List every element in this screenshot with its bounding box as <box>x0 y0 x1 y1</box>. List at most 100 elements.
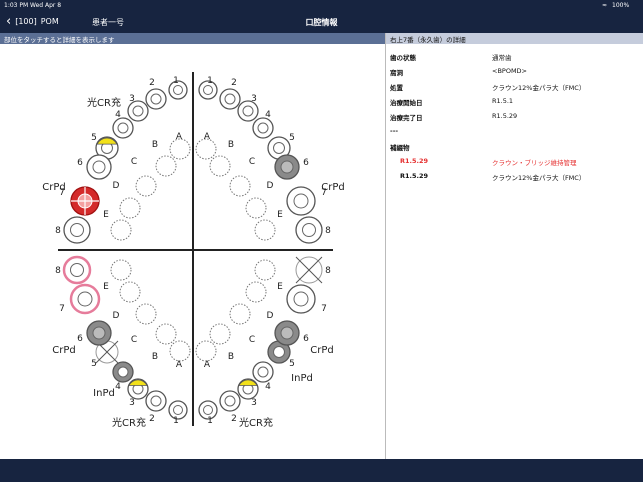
tooth-number-ll-3: 3 <box>129 398 135 408</box>
tooth-ll-4[interactable] <box>112 361 134 383</box>
primary-tooth-ll-a[interactable] <box>169 340 191 362</box>
tooth-number-ur-2: 2 <box>231 78 237 88</box>
primary-tooth-lr-d[interactable] <box>245 281 267 303</box>
record-row[interactable]: R1.5.29 クラウン・ブリッジ維持管理 <box>390 157 639 167</box>
primary-letter-ur-d: D <box>267 181 274 191</box>
primary-letter-ll-e: E <box>103 282 109 292</box>
tooth-ll-6[interactable] <box>86 320 112 346</box>
detail-row: 窩洞 <BPOMD> <box>390 67 639 77</box>
annotation-lr-crpd: CrPd <box>310 345 333 356</box>
detail-label: 歯の状態 <box>390 54 416 62</box>
detail-label: 処置 <box>390 84 403 92</box>
tooth-ur-3[interactable] <box>237 100 259 122</box>
tooth-ul-3[interactable] <box>127 100 149 122</box>
tooth-ll-8[interactable] <box>62 255 92 285</box>
tooth-number-ur-3: 3 <box>251 94 257 104</box>
primary-tooth-lr-a[interactable] <box>195 340 217 362</box>
record-text: クラウン12%金パラ大（FMC） <box>492 174 586 182</box>
tooth-ul-6[interactable] <box>86 154 112 180</box>
record-row[interactable]: R1.5.29 クラウン12%金パラ大（FMC） <box>390 172 639 182</box>
primary-tooth-ul-a[interactable] <box>169 138 191 160</box>
tooth-ul-4[interactable] <box>112 117 134 139</box>
annotation-ul-resin: 光CR充 <box>87 96 121 109</box>
tooth-ll-2[interactable] <box>145 390 167 412</box>
tooth-number-ll-7: 7 <box>59 304 65 314</box>
tooth-number-ur-6: 6 <box>303 158 309 168</box>
tooth-ur-7[interactable] <box>286 186 316 216</box>
primary-letter-ll-b: B <box>152 352 158 362</box>
tooth-lr-6[interactable] <box>274 320 300 346</box>
tooth-number-lr-4: 4 <box>265 382 271 392</box>
tooth-lr-7[interactable] <box>286 284 316 314</box>
annotation-ur-crpd: CrPd <box>321 182 344 193</box>
primary-tooth-ur-d[interactable] <box>245 197 267 219</box>
tooth-number-ll-2: 2 <box>149 414 155 424</box>
primary-tooth-ul-e[interactable] <box>110 219 132 241</box>
tooth-number-lr-6: 6 <box>303 334 309 344</box>
annotation-ll-crpd: CrPd <box>52 345 75 356</box>
primary-tooth-ur-c[interactable] <box>229 175 251 197</box>
primary-letter-ul-b: B <box>152 140 158 150</box>
primary-letter-lr-e: E <box>277 282 283 292</box>
primary-tooth-ul-c[interactable] <box>135 175 157 197</box>
record-date: R1.5.29 <box>400 157 429 165</box>
tooth-number-ul-5: 5 <box>91 133 97 143</box>
tooth-number-ul-4: 4 <box>115 110 121 120</box>
primary-letter-ll-d: D <box>113 311 120 321</box>
tooth-ul-8[interactable] <box>63 216 91 244</box>
primary-tooth-lr-e[interactable] <box>254 259 276 281</box>
primary-letter-ur-a: A <box>204 132 211 142</box>
detail-row: 治療完了日 R1.5.29 <box>390 112 639 122</box>
primary-letter-ur-c: C <box>249 157 255 167</box>
tooth-ur-2[interactable] <box>219 88 241 110</box>
primary-tooth-ul-d[interactable] <box>119 197 141 219</box>
status-time: 1:03 PM <box>4 2 29 9</box>
primary-tooth-ll-c[interactable] <box>135 303 157 325</box>
status-bar: 1:03 PM Wed Apr 8 ≈ 100% <box>0 0 643 11</box>
record-date: R1.5.29 <box>400 172 429 180</box>
detail-row: 治療開始日 R1.5.1 <box>390 97 639 107</box>
tooth-lr-3[interactable] <box>237 378 259 400</box>
tooth-ul-2[interactable] <box>145 88 167 110</box>
tooth-number-ll-6: 6 <box>77 334 83 344</box>
tooth-lr-4[interactable] <box>252 361 274 383</box>
primary-tooth-ur-b[interactable] <box>209 155 231 177</box>
record-text: クラウン・ブリッジ維持管理 <box>492 159 577 167</box>
tooth-number-lr-8: 8 <box>325 266 331 276</box>
tooth-ur-8[interactable] <box>295 216 323 244</box>
tooth-number-ll-1: 1 <box>173 416 179 426</box>
annotation-ll-inpd: InPd <box>93 388 115 399</box>
tooth-number-ll-5: 5 <box>91 359 97 369</box>
detail-value: 通常歯 <box>492 54 512 62</box>
detail-label: 治療完了日 <box>390 114 423 122</box>
primary-letter-ul-e: E <box>103 210 109 220</box>
primary-tooth-lr-c[interactable] <box>229 303 251 325</box>
tooth-number-ul-2: 2 <box>149 78 155 88</box>
detail-label: 補綴物 <box>390 144 410 152</box>
nav-bar: ‹ [100] POM 患者一号 口腔情報 <box>0 11 643 33</box>
tooth-lr-2[interactable] <box>219 390 241 412</box>
tooth-number-ul-3: 3 <box>129 94 135 104</box>
primary-letter-lr-d: D <box>267 311 274 321</box>
tooth-number-ur-5: 5 <box>289 133 295 143</box>
primary-letter-ul-c: C <box>131 157 137 167</box>
detail-value: R1.5.1 <box>492 97 514 105</box>
primary-tooth-ll-b[interactable] <box>155 323 177 345</box>
tooth-lr-8[interactable] <box>295 256 323 284</box>
tooth-ur-4[interactable] <box>252 117 274 139</box>
primary-letter-lr-b: B <box>228 352 234 362</box>
tooth-ll-3[interactable] <box>127 378 149 400</box>
annotation-lr-inpd: InPd <box>291 373 313 384</box>
tooth-ul-7[interactable] <box>70 186 100 216</box>
primary-tooth-ll-e[interactable] <box>110 259 132 281</box>
tooth-number-ul-8: 8 <box>55 226 61 236</box>
primary-tooth-lr-b[interactable] <box>209 323 231 345</box>
primary-tooth-ur-e[interactable] <box>254 219 276 241</box>
tooth-ll-7[interactable] <box>69 283 101 315</box>
primary-tooth-ur-a[interactable] <box>195 138 217 160</box>
primary-tooth-ul-b[interactable] <box>155 155 177 177</box>
primary-tooth-ll-d[interactable] <box>119 281 141 303</box>
primary-letter-lr-c: C <box>249 335 255 345</box>
tooth-ur-6[interactable] <box>274 154 300 180</box>
wifi-icon: ≈ <box>602 2 608 9</box>
